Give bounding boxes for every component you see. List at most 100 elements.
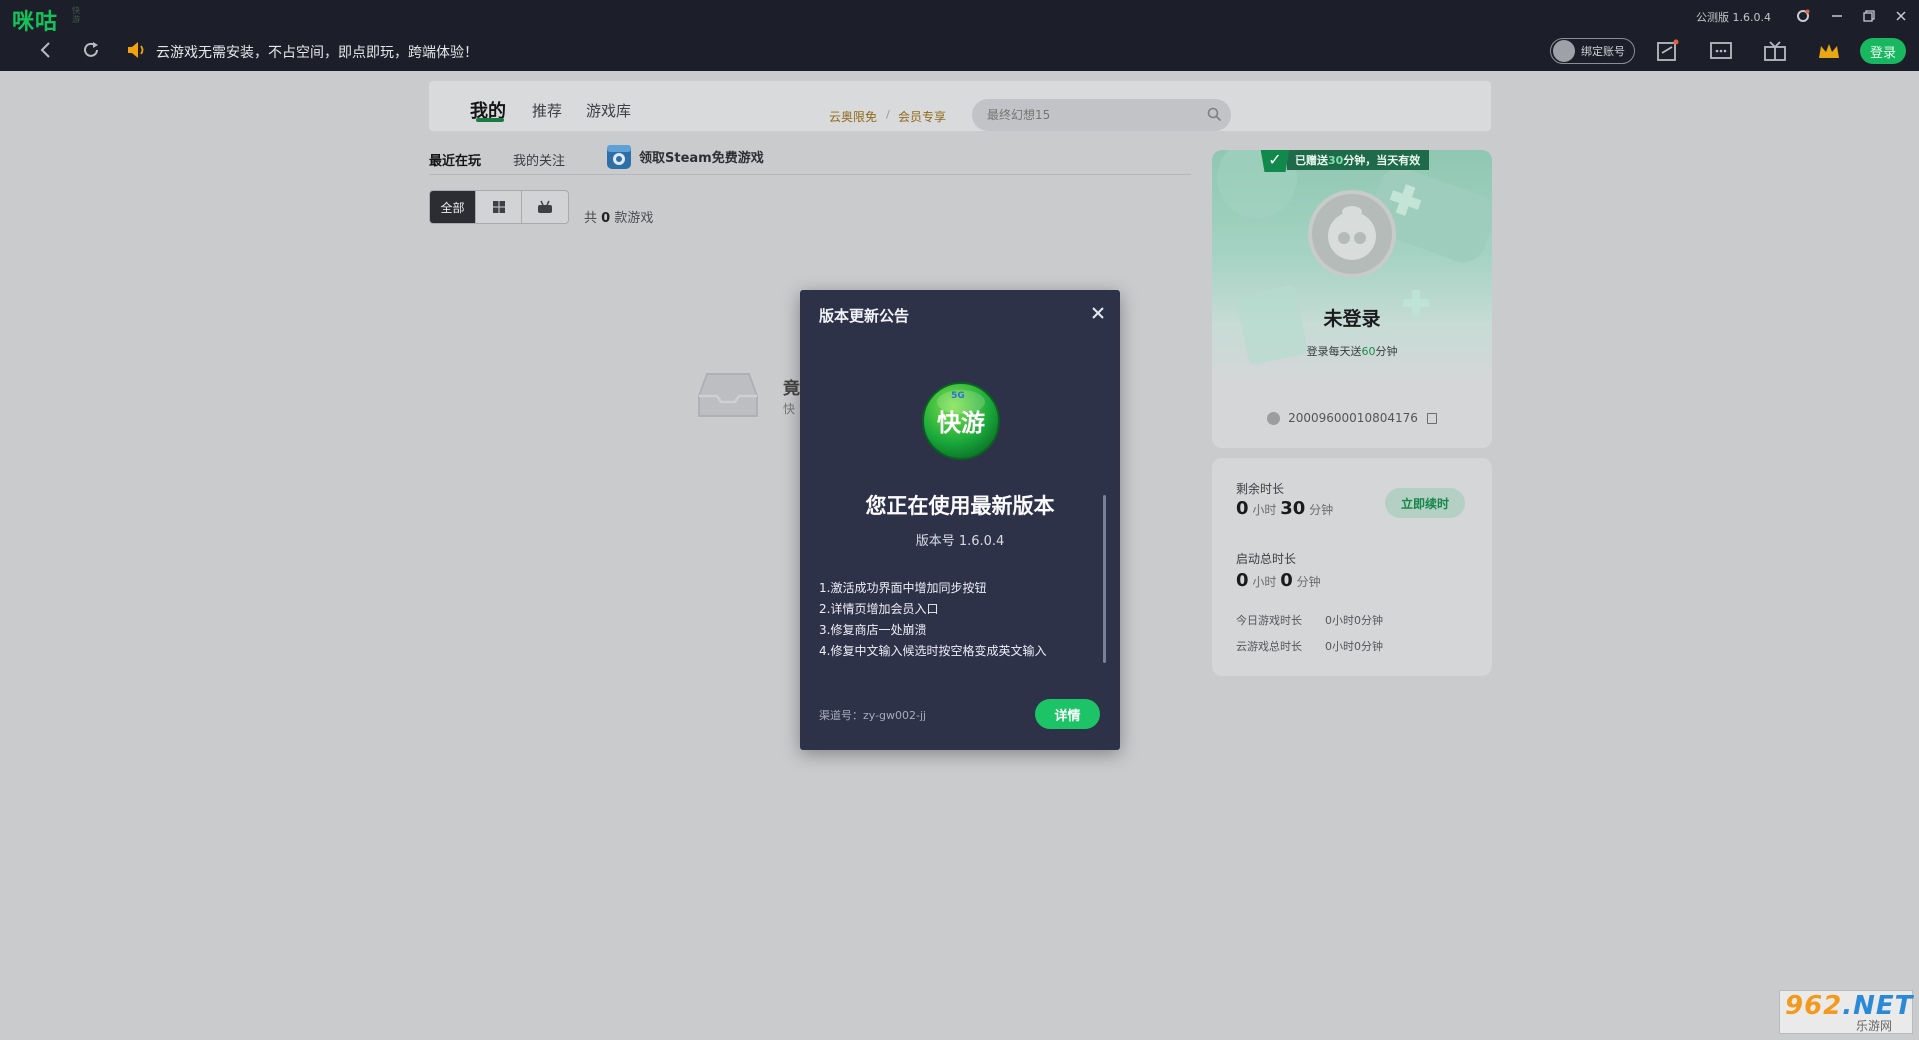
total-value: 0 小时 0 分钟 [1236, 570, 1321, 591]
dialog-title: 版本更新公告 [819, 307, 910, 325]
remaining-hours: 0 [1236, 498, 1249, 519]
time-card: 剩余时长 0 小时 30 分钟 立即续时 启动总时长 0 小时 0 分钟 今日游… [1212, 458, 1492, 676]
empty-subtitle: 快 [783, 402, 796, 416]
version-label: 公测版 1.6.0.4 [1696, 11, 1771, 24]
gift-box-icon[interactable] [1761, 38, 1789, 64]
steam-bind-button[interactable]: 绑定账号 [1550, 38, 1635, 64]
channel-label: 渠道号：zy-gw002-jj [819, 709, 927, 722]
renew-button[interactable]: 立即续时 [1385, 488, 1465, 518]
hour-unit-2: 小时 [1252, 575, 1277, 589]
release-note: 3.修复商店一处崩溃 [819, 623, 927, 637]
game-count: 共 0 款游戏 [584, 207, 653, 226]
dialog-scrollbar[interactable] [1103, 495, 1106, 663]
refresh-icon[interactable] [79, 38, 103, 62]
gift-suffix: 分钟，当天有效 [1343, 154, 1421, 167]
daily-minutes: 60 [1361, 345, 1376, 358]
today-label: 今日游戏时长 [1236, 614, 1302, 627]
id-icon [1267, 411, 1281, 425]
speaker-icon [128, 42, 144, 58]
release-note: 1.激活成功界面中增加同步按钮 [819, 581, 987, 595]
library-subtabs: 最近在玩 我的关注 [429, 145, 1191, 175]
gift-banner: ✓ 已赠送30分钟，当天有效 [1260, 150, 1445, 172]
cloud-row: 云游戏总时长 0小时0分钟 [1236, 638, 1383, 654]
minute-unit: 分钟 [1309, 503, 1334, 517]
app-logo: 咪咕 [12, 10, 59, 35]
total-minutes: 0 [1280, 570, 1293, 591]
back-icon[interactable] [34, 38, 58, 62]
cloud-value: 0小时0分钟 [1325, 640, 1383, 653]
dialog-heading: 您正在使用最新版本 [865, 494, 1055, 518]
promo-separator: / [886, 108, 890, 121]
daily-reward-text: 登录每天送60分钟 [1212, 343, 1492, 359]
active-tab-indicator [476, 118, 504, 122]
avatar[interactable] [1308, 190, 1396, 278]
logo-text: 快游 [937, 409, 985, 437]
close-window-icon[interactable] [1889, 4, 1913, 28]
dialog-version: 版本号 1.6.0.4 [915, 534, 1005, 549]
empty-title: 竟 [783, 379, 800, 399]
daily-prefix: 登录每天送 [1306, 345, 1362, 358]
steam-free-label: 领取Steam免费游戏 [639, 150, 764, 166]
minute-unit-2: 分钟 [1296, 575, 1321, 589]
check-icon: ✓ [1260, 150, 1290, 172]
cloud-label: 云游戏总时长 [1236, 640, 1302, 653]
subtab-following[interactable]: 我的关注 [513, 150, 565, 169]
tab-game-library[interactable]: 游戏库 [586, 100, 631, 121]
gift-prefix: 已赠送 [1295, 154, 1328, 167]
empty-state: 竟 快 [697, 370, 800, 422]
app-logo-sub: 快游 [72, 6, 80, 24]
notice-text: 云游戏无需安装，不占空间，即点即玩，跨端体验！ [156, 45, 478, 61]
platform-filter: 全部 [429, 190, 569, 224]
release-note: 4.修复中文输入候选时按空格变成英文输入 [819, 644, 1047, 658]
release-notes: 1.激活成功界面中增加同步按钮 2.详情页增加会员入口 3.修复商店一处崩溃 4… [819, 578, 1099, 662]
login-button[interactable]: 登录 [1860, 38, 1906, 64]
subtab-recent[interactable]: 最近在玩 [429, 150, 481, 169]
copy-icon[interactable] [1426, 412, 1437, 424]
user-id: 2000960001080417​6 [1288, 411, 1418, 425]
search-box [972, 99, 1231, 131]
promo-member[interactable]: 会员专享 [898, 108, 946, 125]
empty-tray-icon [698, 373, 758, 417]
top-nav-card: 我的 推荐 游戏库 云奥限免 / 会员专享 [429, 81, 1491, 131]
edit-icon[interactable] [1654, 38, 1682, 64]
update-dialog: 版本更新公告 快游 5G 您正在使用最新版本 版本号 1.6.0.4 1.激活成… [800, 290, 1120, 750]
promo-cloud-free[interactable]: 云奥限免 [829, 108, 877, 125]
title-bar: 咪咕 快游 公测版 1.6.0.4 云游戏无需安装，不占空间，即点即玩，跨端体验… [0, 0, 1919, 71]
default-avatar-icon [1328, 206, 1376, 260]
filter-windows[interactable] [476, 191, 522, 223]
close-icon[interactable] [1088, 303, 1108, 323]
kuaiyou-logo-icon: 快游 5G [922, 382, 1000, 460]
filter-console[interactable] [522, 191, 568, 223]
release-note: 2.详情页增加会员入口 [819, 602, 939, 616]
search-input[interactable] [987, 105, 1197, 125]
restore-icon[interactable] [1857, 4, 1881, 28]
tab-recommend[interactable]: 推荐 [532, 100, 562, 121]
steam-free-link[interactable]: 领取Steam免费游戏 [604, 141, 764, 171]
search-icon[interactable] [1207, 107, 1222, 122]
message-icon[interactable] [1707, 38, 1735, 64]
watermark-number: 962.NET [1785, 991, 1913, 1021]
remaining-minutes: 30 [1280, 498, 1306, 519]
detail-button[interactable]: 详情 [1035, 699, 1100, 729]
console-icon [538, 200, 552, 213]
watermark-sub: 乐游网 [1856, 1019, 1893, 1033]
profile-card: ✓ 已赠送30分钟，当天有效 未登录 登录每天送60分钟 20009600010… [1212, 150, 1492, 448]
minimize-icon[interactable] [1825, 4, 1849, 28]
hour-unit: 小时 [1252, 503, 1277, 517]
username: 未登录 [1323, 308, 1381, 330]
crown-icon[interactable] [1815, 38, 1843, 64]
today-value: 0小时0分钟 [1325, 614, 1383, 627]
steam-gift-icon [607, 145, 631, 169]
game-count-suffix: 款游戏 [614, 211, 654, 226]
watermark-num: 962 [1785, 991, 1843, 1021]
windows-icon [492, 201, 505, 213]
filter-all[interactable]: 全部 [430, 191, 476, 223]
today-row: 今日游戏时长 0小时0分钟 [1236, 612, 1383, 628]
game-count-value: 0 [601, 211, 611, 226]
total-hours: 0 [1236, 570, 1249, 591]
gift-banner-text: 已赠送30分钟，当天有效 [1287, 150, 1430, 170]
game-count-prefix: 共 [584, 211, 598, 226]
total-label: 启动总时长 [1236, 552, 1297, 566]
remaining-label: 剩余时长 [1236, 482, 1285, 496]
settings-icon[interactable] [1791, 4, 1815, 28]
